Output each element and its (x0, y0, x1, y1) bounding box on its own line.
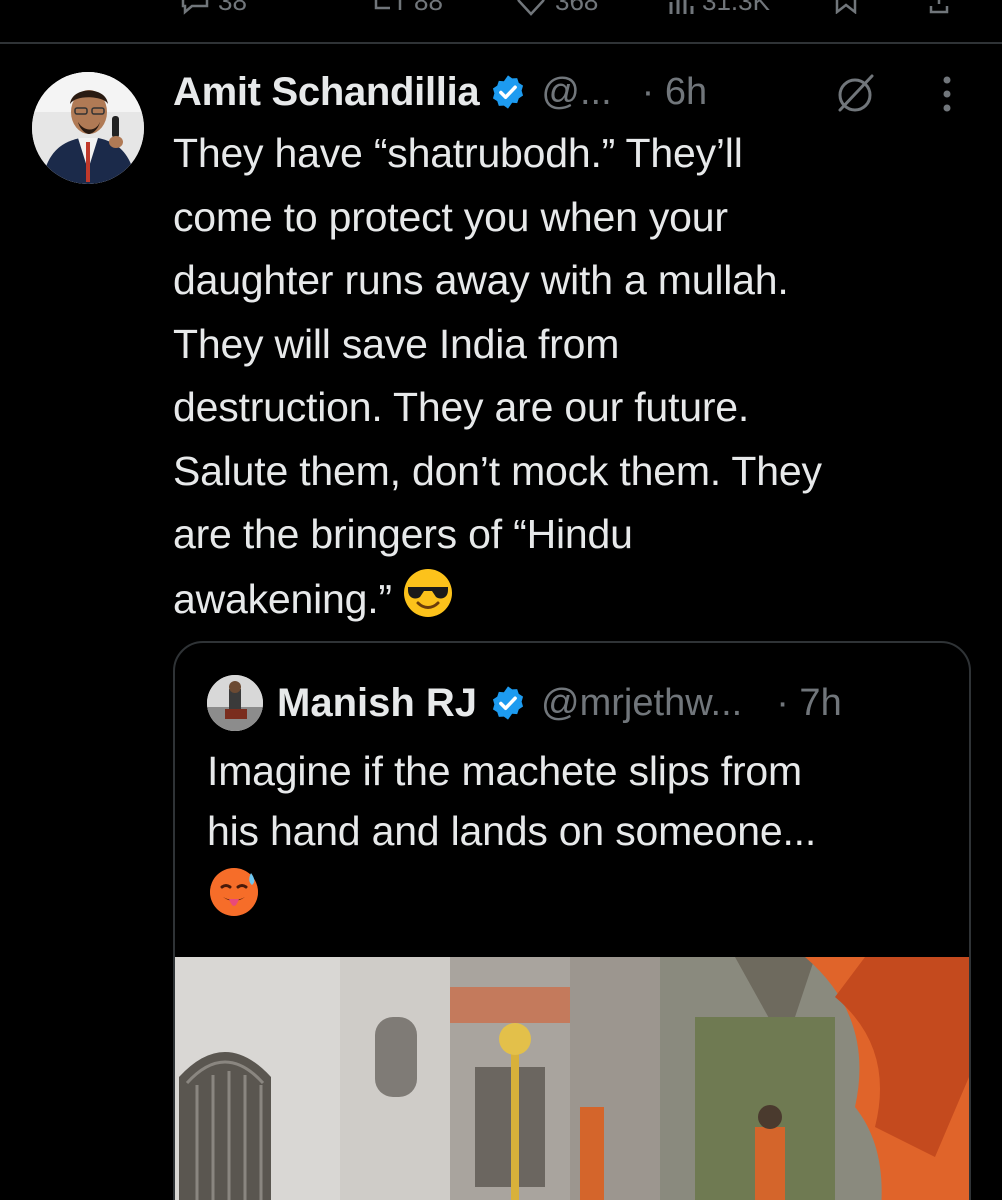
views-action[interactable]: 31.3K (668, 0, 770, 17)
tweet-header: Amit Schandillia @... · 6h (173, 64, 707, 120)
reply-action[interactable]: 38 (180, 0, 247, 17)
edited-icon[interactable] (832, 70, 878, 116)
views-icon (669, 0, 694, 14)
hot-face-emoji-icon (210, 868, 258, 916)
tweet-text: They have “shatrubodh.” They’ll come to … (173, 130, 822, 622)
heart-icon (517, 0, 545, 16)
avatar[interactable] (32, 72, 144, 184)
repost-icon (374, 0, 402, 10)
view-count: 31.3K (702, 0, 770, 16)
avatar-photo (32, 72, 144, 184)
timestamp[interactable]: · 6h (642, 71, 707, 114)
repost-action[interactable]: 88 (370, 0, 443, 17)
author-name[interactable]: Amit Schandillia (173, 70, 480, 115)
sunglasses-emoji-icon (403, 568, 452, 617)
share-action[interactable] (926, 0, 952, 14)
quoted-author-handle[interactable]: @mrjethw... (541, 682, 742, 725)
quoted-avatar-photo (207, 675, 263, 731)
quoted-tweet-text: Imagine if the machete slips from his ha… (207, 748, 817, 854)
repost-count: 88 (414, 0, 443, 16)
more-icon[interactable] (935, 74, 959, 114)
like-count: 368 (555, 0, 599, 16)
quoted-author-name[interactable]: Manish RJ (277, 681, 477, 726)
quoted-tweet-card[interactable]: Manish RJ @mrjethw... · 7h Imagine if th… (173, 641, 971, 1200)
verified-badge-icon (493, 75, 524, 109)
divider (0, 42, 1002, 44)
previous-post-action-bar: 38 88 368 31.3K (0, 0, 1002, 17)
quoted-verified-badge-icon (493, 686, 524, 720)
quoted-avatar (207, 675, 263, 731)
bookmark-action[interactable] (832, 0, 860, 14)
bookmark-icon (835, 0, 857, 14)
reply-count: 38 (218, 0, 247, 16)
quoted-timestamp[interactable]: · 7h (776, 682, 841, 725)
reply-icon (181, 0, 209, 15)
tweet-body: They have “shatrubodh.” They’ll come to … (173, 122, 983, 631)
share-icon (929, 0, 949, 14)
quoted-tweet-body: Imagine if the machete slips from his ha… (207, 741, 947, 919)
quoted-tweet-media[interactable] (175, 957, 969, 1200)
author-handle[interactable]: @... (541, 71, 611, 114)
quoted-tweet-header: Manish RJ @mrjethw... · 7h (207, 675, 842, 731)
tweet-detail-screen: 38 88 368 31.3K Amit Schandillia @... · … (0, 0, 1002, 1200)
street-scene-image (175, 957, 969, 1200)
like-action[interactable]: 368 (515, 0, 598, 17)
